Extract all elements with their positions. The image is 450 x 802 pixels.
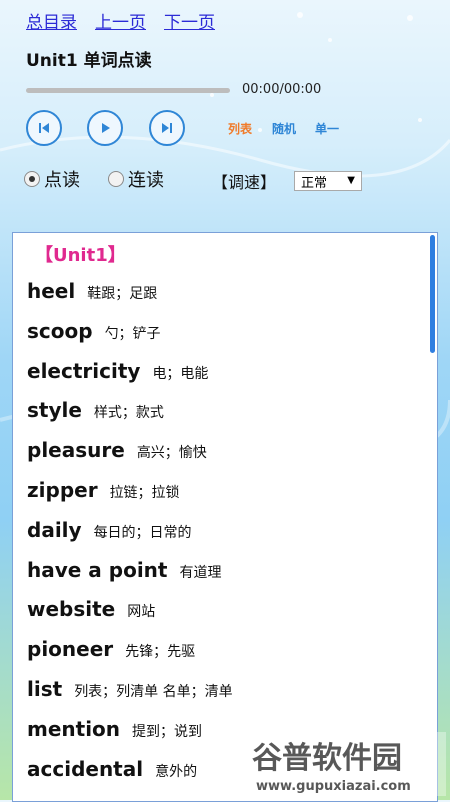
mode-single-button[interactable]: 单一 [315, 120, 339, 137]
word-row[interactable]: have a point 有道理 [27, 558, 233, 598]
home-link[interactable]: 总目录 [26, 8, 77, 33]
page-title: Unit1 单词点读 [26, 51, 152, 71]
word-text[interactable]: have a point [27, 558, 167, 582]
word-meaning: 勺；铲子 [104, 325, 161, 342]
word-row[interactable]: scoop 勺；铲子 [27, 319, 233, 359]
next-page-link[interactable]: 下一页 [164, 8, 215, 33]
word-text[interactable]: scoop [27, 319, 93, 343]
word-text[interactable]: list [27, 677, 62, 701]
speed-select-value: 正常 [301, 175, 328, 191]
audio-time: 00:00/00:00 [242, 82, 322, 97]
word-row[interactable]: pleasure 高兴；愉快 [27, 438, 233, 478]
svg-text:www.gupuxiazai.com: www.gupuxiazai.com [256, 779, 411, 794]
word-meaning: 先锋；先驱 [125, 644, 196, 661]
word-row[interactable]: list 列表；列清单 名单；清单 [27, 677, 233, 717]
word-text[interactable]: pleasure [27, 438, 125, 462]
word-meaning: 电；电能 [152, 365, 209, 382]
play-button[interactable] [87, 110, 123, 146]
skip-forward-icon [162, 123, 172, 133]
word-list-panel[interactable]: 【Unit1】 heel 鞋跟；足跟 scoop 勺；铲子 electricity 电；电… [12, 232, 438, 802]
word-row[interactable]: electricity 电；电能 [27, 359, 233, 399]
word-meaning: 鞋跟；足跟 [87, 286, 158, 302]
mode-random-button[interactable]: 随机 [272, 120, 296, 137]
word-row[interactable]: daily 每日的；日常的 [27, 518, 233, 558]
previous-track-button[interactable] [26, 110, 62, 146]
word-text[interactable]: daily [27, 518, 82, 542]
word-text[interactable]: mention [27, 717, 120, 741]
skip-back-icon [39, 123, 49, 133]
word-text[interactable]: website [27, 597, 115, 621]
word-row[interactable]: zipper 拉链；拉锁 [27, 478, 233, 518]
word-row[interactable]: style 样式；款式 [27, 398, 233, 438]
word-meaning: 样式；款式 [93, 405, 164, 422]
word-row[interactable]: website 网站 [27, 597, 233, 637]
audio-progress-bar[interactable] [26, 88, 230, 93]
word-row[interactable]: pioneer 先锋；先驱 [27, 637, 233, 677]
speed-select[interactable]: 正常 ▼ [294, 171, 362, 191]
next-track-button[interactable] [149, 110, 185, 146]
word-text[interactable]: pioneer [27, 637, 113, 661]
continuous-read-radio[interactable] [108, 171, 124, 187]
word-text[interactable]: style [27, 398, 82, 422]
speed-label: 【调速】 [212, 173, 277, 192]
word-text[interactable]: accidental [27, 757, 143, 781]
chevron-down-icon: ▼ [347, 175, 355, 186]
scrollbar[interactable] [430, 235, 435, 353]
continuous-read-label: 连读 [128, 170, 164, 191]
word-row[interactable]: accidental 意外的 [27, 757, 233, 797]
word-meaning: 提到；说到 [132, 723, 203, 740]
word-meaning: 列表；列清单 名单；清单 [74, 683, 233, 700]
word-row[interactable]: heel 鞋跟；足跟 [27, 279, 233, 319]
word-text[interactable]: heel [27, 279, 75, 303]
word-meaning: 意外的 [155, 763, 198, 780]
word-meaning: 高兴；愉快 [136, 445, 207, 462]
unit-heading: 【Unit1】 [35, 245, 126, 266]
reading-mode-options: 点读 连读 [24, 166, 164, 192]
word-text[interactable]: electricity [27, 359, 140, 383]
word-text[interactable]: zipper [27, 478, 98, 502]
word-meaning: 拉链；拉锁 [109, 484, 180, 501]
watermark-logo: 谷普软件园 www.gupuxiazai.com [246, 732, 446, 796]
point-read-radio[interactable] [24, 171, 40, 187]
prev-page-link[interactable]: 上一页 [95, 8, 146, 33]
word-meaning: 有道理 [179, 564, 222, 581]
svg-text:谷普软件园: 谷普软件园 [252, 741, 402, 776]
word-list: heel 鞋跟；足跟 scoop 勺；铲子 electricity 电；电能 style 样式… [27, 279, 233, 796]
top-navigation: 总目录 上一页 下一页 [26, 8, 215, 33]
word-meaning: 每日的；日常的 [93, 524, 192, 541]
word-meaning: 网站 [127, 604, 156, 621]
point-read-label: 点读 [44, 170, 80, 191]
play-icon [102, 123, 110, 133]
word-row[interactable]: mention 提到；说到 [27, 717, 233, 757]
mode-list-button[interactable]: 列表 [228, 120, 252, 137]
